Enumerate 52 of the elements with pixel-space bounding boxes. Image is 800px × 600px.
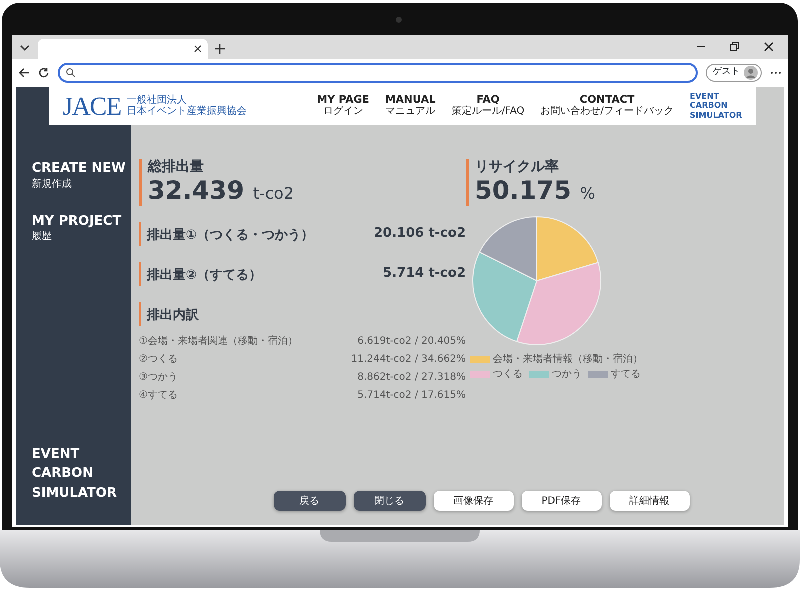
summary-label: リサイクル率 xyxy=(475,159,560,176)
subtotal-value: 20.106 t-co2 xyxy=(374,225,466,244)
action-button[interactable]: PDF保存 xyxy=(522,491,602,511)
sidebar-item[interactable]: MY PROJECT 履歴 xyxy=(32,214,131,266)
organization-name: 一般社団法人 xyxy=(127,95,188,106)
breakdown-value: 8.862t-co2 / 27.318% xyxy=(358,370,466,385)
breakdown-label: ①会場・来場者関連（移動・宿泊） xyxy=(139,334,298,349)
legend-swatch xyxy=(470,370,490,378)
breakdown-value: 6.619t-co2 / 20.405% xyxy=(358,334,466,349)
nav-link[interactable]: CONTACT お問い合わせ/フィードバック xyxy=(540,94,674,118)
back-arrow-icon[interactable] xyxy=(18,67,30,79)
product-name: EVENT CARBON SIMULATOR xyxy=(690,92,742,120)
summary-value: 50.175 % xyxy=(475,176,596,206)
legend-label: 会場・来場者情報（移動・宿泊） xyxy=(493,352,643,367)
action-button[interactable]: 画像保存 xyxy=(434,491,514,511)
section-title: 排出内訳 xyxy=(147,308,199,323)
legend-swatch xyxy=(470,356,490,363)
legend-label: つかう xyxy=(552,368,582,382)
legend-label: つくる xyxy=(493,368,523,382)
subtotal-label: 排出量②（すてる） xyxy=(147,268,262,283)
summary-value: 32.439 t-co2 xyxy=(148,176,295,206)
subtotal-label: 排出量①（つくる・つかう） xyxy=(147,228,314,243)
address-bar[interactable] xyxy=(58,63,698,83)
action-button[interactable]: 詳細情報 xyxy=(610,491,690,511)
reload-icon[interactable] xyxy=(38,67,50,79)
nav-link[interactable]: FAQ 策定ルール/FAQ xyxy=(452,94,525,118)
nav-link[interactable]: MY PAGE ログイン xyxy=(317,94,370,118)
legend-swatch xyxy=(529,370,549,378)
action-button[interactable]: 戻る xyxy=(274,491,346,511)
subtotal-value: 5.714 t-co2 xyxy=(383,265,466,284)
avatar-icon xyxy=(744,66,758,80)
search-icon xyxy=(66,68,76,78)
action-button[interactable]: 閉じる xyxy=(354,491,426,511)
breakdown-value: 11.244t-co2 / 34.662% xyxy=(351,352,466,367)
logo: JACE xyxy=(63,90,122,122)
organization-name: 日本イベント産業振興協会 xyxy=(127,106,248,117)
breakdown-value: 5.714t-co2 / 17.615% xyxy=(358,388,466,403)
breakdown-label: ④すてる xyxy=(139,388,178,403)
breakdown-label: ③つかう xyxy=(139,370,178,385)
sidebar-item[interactable]: CREATE NEW 新規作成 xyxy=(32,161,131,214)
product-name: EVENT CARBON SIMULATOR xyxy=(32,446,118,502)
camera-icon xyxy=(396,17,402,23)
breakdown-label: ②つくる xyxy=(139,352,178,367)
plus-icon[interactable] xyxy=(214,43,226,55)
profile-button[interactable]: ゲスト xyxy=(706,64,762,82)
summary-label: 総排出量 xyxy=(148,159,205,176)
nav-link[interactable]: MANUAL マニュアル xyxy=(385,94,436,118)
close-icon[interactable] xyxy=(194,45,202,53)
legend-label: すてる xyxy=(611,368,641,382)
legend-swatch xyxy=(588,370,608,378)
restore-icon[interactable] xyxy=(730,42,740,52)
close-icon[interactable] xyxy=(764,42,774,52)
